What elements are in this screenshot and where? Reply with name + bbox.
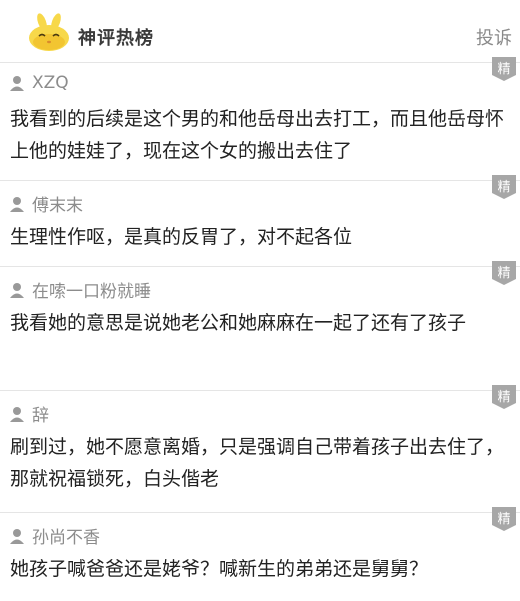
comment-author: 在嗦一口粉就睡 <box>10 277 151 302</box>
comment-author: 傅末末 <box>10 191 83 216</box>
report-button[interactable]: 投诉 <box>476 24 512 50</box>
comment-author: 辞 <box>10 401 49 426</box>
username: 傅末末 <box>32 196 83 216</box>
svg-text:精: 精 <box>497 390 510 405</box>
username: 在嗦一口粉就睡 <box>32 282 151 302</box>
comment-item: 辞 精 刷到过，她不愿意离婚，只是强调自己带着孩子出去住了，那就祝福锁死，白头偕… <box>0 385 520 513</box>
username: 孙尚不香 <box>32 528 100 548</box>
svg-text:精: 精 <box>497 266 510 281</box>
comment-text: 我看到的后续是这个男的和他岳母出去打工，而且他岳母怀上他的娃娃了，现在这个女的搬… <box>10 108 505 162</box>
header-bar: 神评热榜 投诉 <box>0 0 520 62</box>
svg-text:精: 精 <box>497 62 510 77</box>
comment-author: 孙尚不香 <box>10 523 100 548</box>
comment-item: 傅末末 精 生理性作呕，是真的反胃了，对不起各位 <box>0 175 520 267</box>
featured-badge-icon: 精 <box>492 175 516 199</box>
user-icon <box>10 528 24 544</box>
comment-item: 孙尚不香 精 她孩子喊爸爸还是姥爷？喊新生的弟弟还是舅舅？ <box>0 507 520 601</box>
comment-text: 我看她的意思是说她老公和她麻麻在一起了还有了孩子 <box>10 312 467 334</box>
user-icon <box>10 76 24 91</box>
username: XZQ <box>32 73 69 93</box>
featured-badge-icon: 精 <box>492 57 516 81</box>
user-icon <box>10 406 24 422</box>
comment-text: 生理性作呕，是真的反胃了，对不起各位 <box>10 226 353 248</box>
featured-badge-icon: 精 <box>492 507 516 531</box>
svg-text:精: 精 <box>497 512 510 527</box>
comment-text: 她孩子喊爸爸还是姥爷？喊新生的弟弟还是舅舅？ <box>10 558 429 580</box>
user-icon <box>10 282 24 298</box>
featured-badge-icon: 精 <box>492 385 516 409</box>
mascot-logo-icon <box>29 13 69 51</box>
featured-badge-icon: 精 <box>492 261 516 285</box>
comment-item: 在嗦一口粉就睡 精 我看她的意思是说她老公和她麻麻在一起了还有了孩子 <box>0 261 520 391</box>
comment-text: 刷到过，她不愿意离婚，只是强调自己带着孩子出去住了，那就祝福锁死，白头偕老 <box>10 436 505 490</box>
comment-item: XZQ 精 我看到的后续是这个男的和他岳母出去打工，而且他岳母怀上他的娃娃了，现… <box>0 57 520 181</box>
user-icon <box>10 196 24 212</box>
username: 辞 <box>32 406 49 426</box>
brand-title: 神评热榜 <box>78 28 154 49</box>
svg-text:精: 精 <box>497 180 510 195</box>
comment-author: XZQ <box>10 73 69 93</box>
